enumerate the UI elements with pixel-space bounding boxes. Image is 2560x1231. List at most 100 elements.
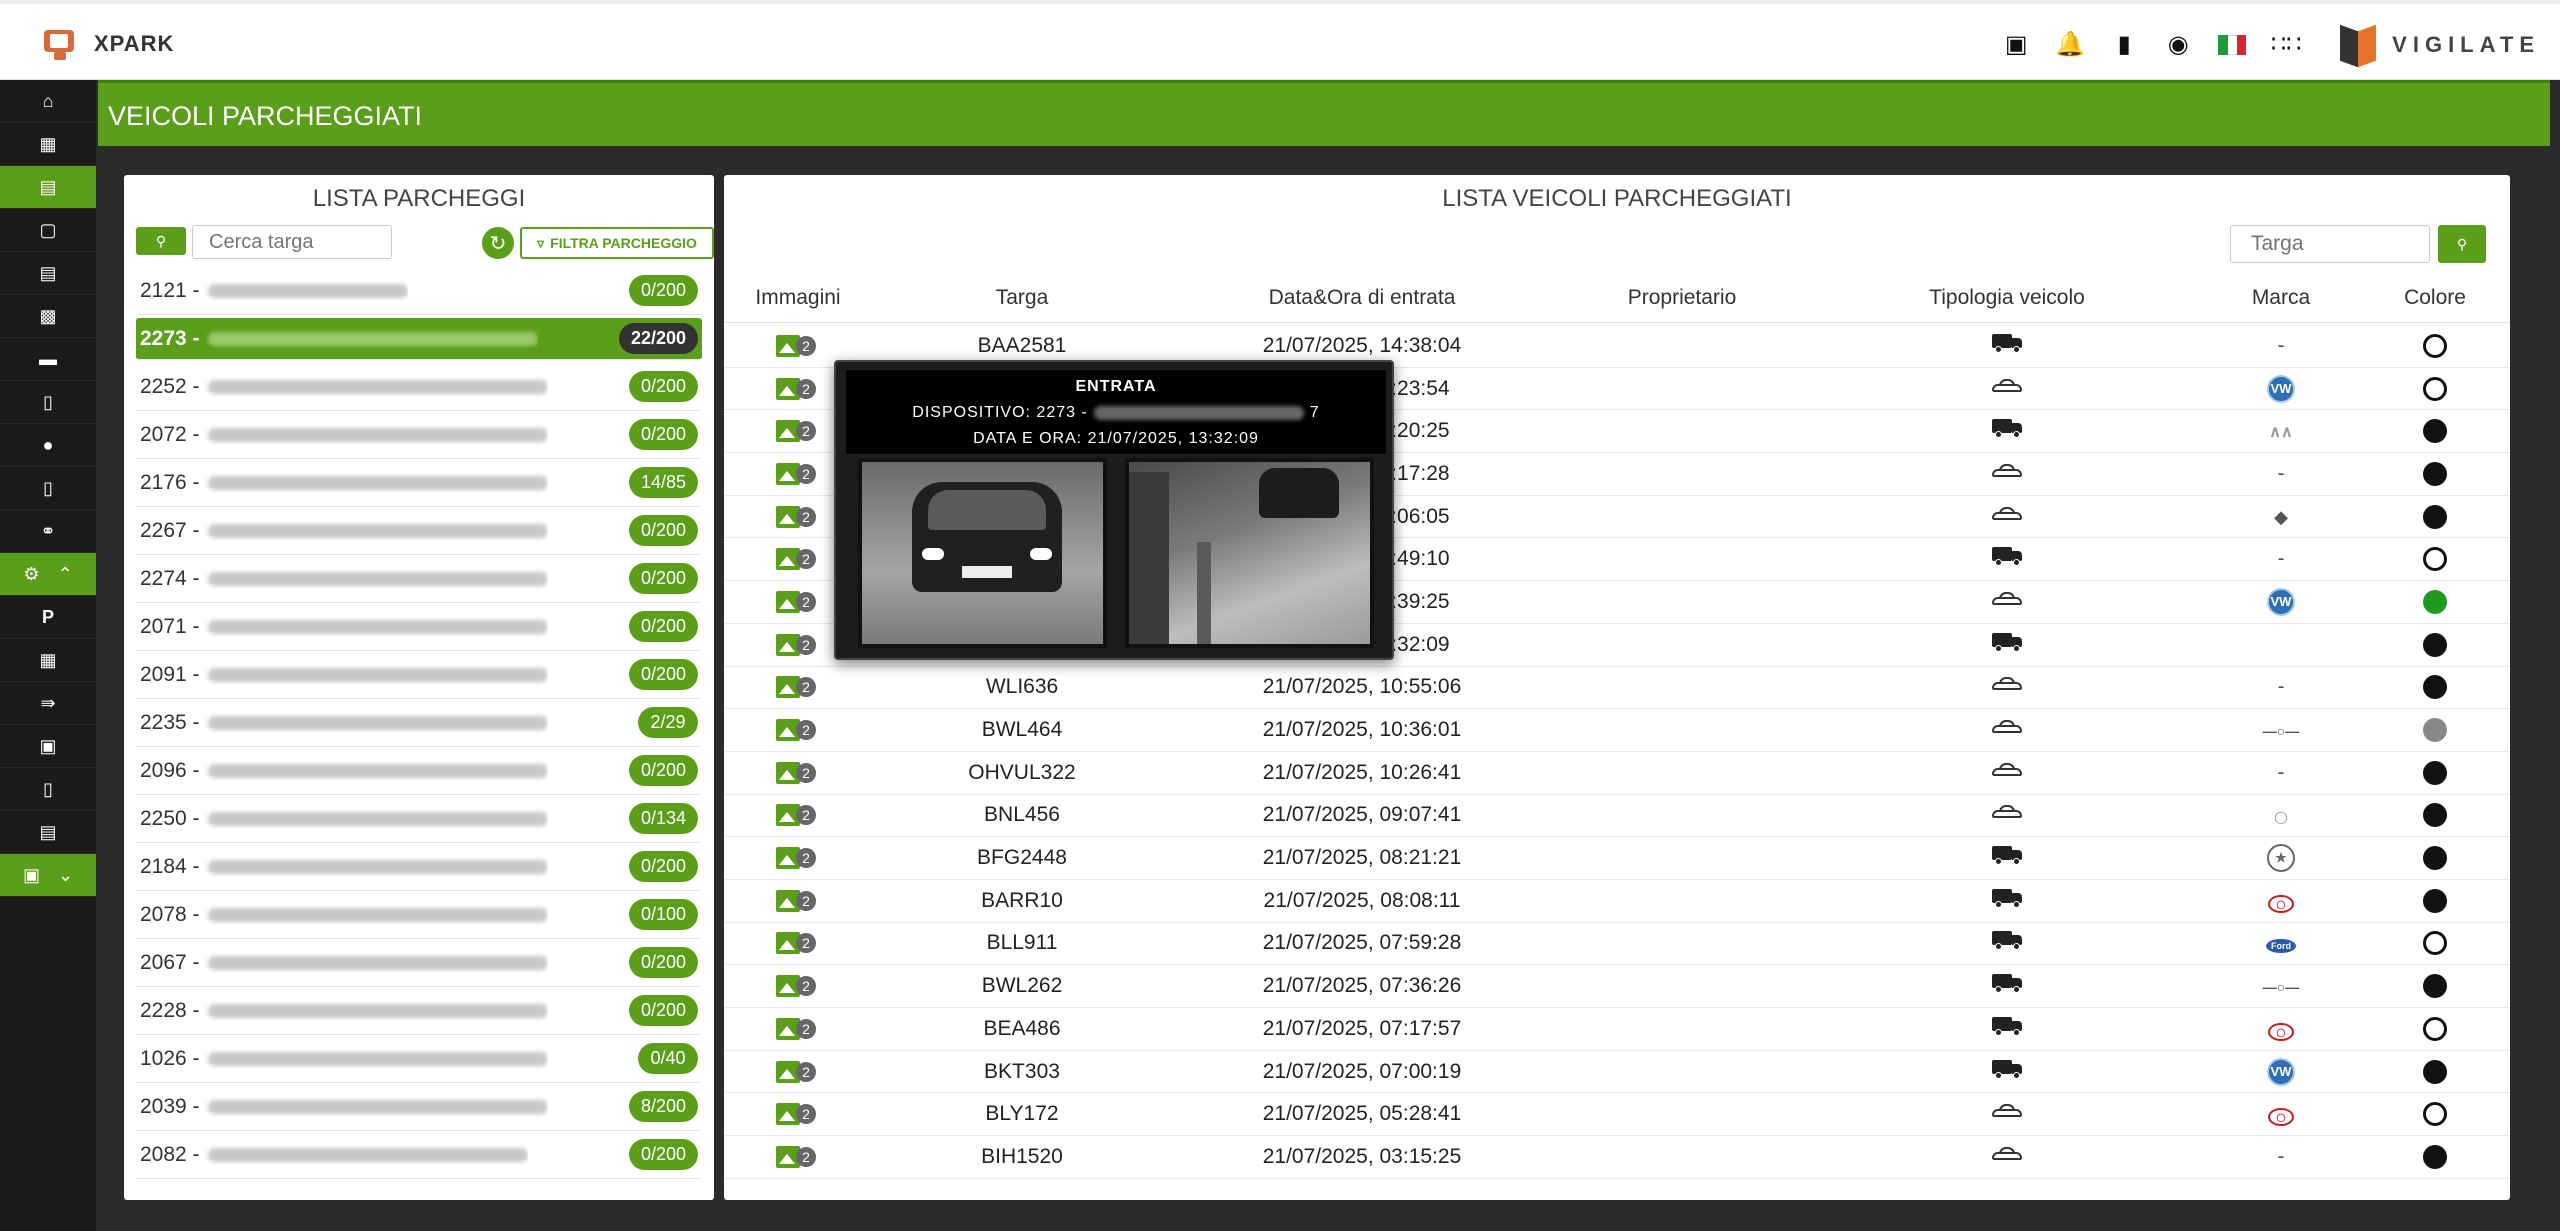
parking-item[interactable]: 2250 - 0/134 xyxy=(136,795,702,843)
italian-flag-icon[interactable] xyxy=(2218,35,2247,55)
sidebar-item-map[interactable]: ▦ xyxy=(0,123,96,166)
parking-item[interactable]: 2267 - 0/200 xyxy=(136,507,702,555)
vehicle-row[interactable]: 2 BKT303 21/07/2025, 07:00:19 VW xyxy=(724,1051,2510,1094)
parking-item[interactable]: 2184 - 0/200 xyxy=(136,843,702,891)
plate-search-input[interactable] xyxy=(192,225,392,259)
camera-image-front[interactable] xyxy=(858,458,1107,648)
redacted-address xyxy=(207,1051,548,1066)
sidebar-item-window[interactable]: ▢ xyxy=(0,209,96,252)
images-button[interactable]: 2 xyxy=(776,589,820,615)
parking-item[interactable]: 2067 - 0/200 xyxy=(136,939,702,987)
images-button[interactable]: 2 xyxy=(776,845,820,871)
image-count-badge: 2 xyxy=(796,634,816,655)
parking-item[interactable]: 2039 - 8/200 xyxy=(136,1083,702,1131)
vehicle-row[interactable]: 2 BWL262 21/07/2025, 07:36:26 —○— xyxy=(724,965,2510,1008)
parking-item[interactable]: 2071 - 0/200 xyxy=(136,603,702,651)
images-button[interactable]: 2 xyxy=(776,1016,820,1042)
bell-icon[interactable]: 🔔 xyxy=(2055,31,2085,59)
vehicle-type xyxy=(1812,632,2202,657)
vehicle-row[interactable]: 2 WLI636 21/07/2025, 10:55:06 - xyxy=(724,667,2510,710)
images-button[interactable]: 2 xyxy=(776,930,820,956)
sidebar-item-folder[interactable]: ▩ xyxy=(0,295,96,338)
sidebar-group-settings[interactable]: ⚙ ⌃ xyxy=(0,553,96,596)
user-circle-icon[interactable]: ◉ xyxy=(2164,31,2192,59)
images-button[interactable]: 2 xyxy=(776,632,820,658)
sidebar-item-home[interactable]: ⌂ xyxy=(0,80,96,123)
col-marca[interactable]: Marca xyxy=(2202,286,2360,310)
vehicle-row[interactable]: 2 BWL464 21/07/2025, 10:36:01 —○— xyxy=(724,709,2510,752)
sidebar-item-vehicles[interactable]: ▤ xyxy=(0,166,96,209)
images-button[interactable]: 2 xyxy=(776,546,820,572)
images-button[interactable]: 2 xyxy=(776,1144,820,1170)
sidebar-item-flow[interactable]: ⇛ xyxy=(0,682,96,725)
sidebar-group-tools[interactable]: ▣ ⌄ xyxy=(0,854,96,897)
images-button[interactable]: 2 xyxy=(776,418,820,444)
sidebar-item-document[interactable]: ▯ xyxy=(0,467,96,510)
vehicle-row[interactable]: 2 BFG2448 21/07/2025, 08:21:21 ★ xyxy=(724,837,2510,880)
images-button[interactable]: 2 xyxy=(776,333,820,359)
toolbox-icon[interactable]: ▣ xyxy=(2002,31,2030,59)
parking-item[interactable]: 2228 - 0/200 xyxy=(136,987,702,1035)
parking-item[interactable]: 2091 - 0/200 xyxy=(136,651,702,699)
parking-item-selected[interactable]: 2273 - 22/200 xyxy=(136,318,702,360)
vehicle-brand: - xyxy=(2202,462,2360,486)
images-button[interactable]: 2 xyxy=(776,1059,820,1085)
parking-search-button[interactable]: ⚲ xyxy=(136,227,186,255)
parking-item[interactable]: 2252 - 0/200 xyxy=(136,363,702,411)
parking-item[interactable]: 2235 - 2/29 xyxy=(136,699,702,747)
sidebar-item-ticket[interactable]: ▬ xyxy=(0,338,96,381)
camera-image-context[interactable] xyxy=(1125,458,1374,648)
sidebar-item-report[interactable]: ▯ xyxy=(0,381,96,424)
images-button[interactable]: 2 xyxy=(776,973,820,999)
images-button[interactable]: 2 xyxy=(776,504,820,530)
images-button[interactable]: 2 xyxy=(776,760,820,786)
col-proprietario[interactable]: Proprietario xyxy=(1552,286,1812,310)
targa-search-input[interactable] xyxy=(2230,225,2430,263)
parking-item[interactable]: 2082 - 0/200 xyxy=(136,1131,702,1179)
sidebar-item-id[interactable]: ▤ xyxy=(0,811,96,854)
vehicle-row[interactable]: 2 OHVUL322 21/07/2025, 10:26:41 - xyxy=(724,752,2510,795)
sidebar-item-mobile[interactable]: ▯ xyxy=(0,768,96,811)
parking-item[interactable]: 1026 - 0/40 xyxy=(136,1035,702,1083)
sidebar-item-list[interactable]: ▤ xyxy=(0,252,96,295)
images-button[interactable]: 2 xyxy=(776,717,820,743)
col-data-ora[interactable]: Data&Ora di entrata xyxy=(1172,286,1552,310)
apps-grid-icon[interactable]: ∷∷ xyxy=(2271,31,2302,59)
vehicle-row[interactable]: 2 BLY172 21/07/2025, 05:28:41 ◯ xyxy=(724,1093,2510,1137)
parking-occupancy-badge: 0/200 xyxy=(628,659,698,690)
images-button[interactable]: 2 xyxy=(776,376,820,402)
images-button[interactable]: 2 xyxy=(776,674,820,700)
sidebar-item-toggle[interactable]: ⚭ xyxy=(0,510,96,553)
col-colore[interactable]: Colore xyxy=(2360,286,2510,310)
targa-search-button[interactable]: ⚲ xyxy=(2438,225,2486,263)
parking-item[interactable]: 2096 - 0/200 xyxy=(136,747,702,795)
sidebar-item-copy[interactable]: ▣ xyxy=(0,725,96,768)
sidebar-item-parking[interactable]: P xyxy=(0,596,96,639)
images-button[interactable]: 2 xyxy=(776,461,820,487)
col-targa[interactable]: Targa xyxy=(872,286,1172,310)
images-button[interactable]: 2 xyxy=(776,1101,820,1127)
parking-item[interactable]: 2078 - 0/100 xyxy=(136,891,702,939)
filter-parking-button[interactable]: ▿ FILTRA PARCHEGGIO xyxy=(520,227,714,259)
vehicle-row[interactable]: 2 BIH1520 21/07/2025, 03:15:25 - xyxy=(724,1136,2510,1179)
vehicle-row[interactable]: 2 BEA486 21/07/2025, 07:17:57 ◯ xyxy=(724,1008,2510,1051)
vehicle-row[interactable]: 2 BARR10 21/07/2025, 08:08:11 ◯ xyxy=(724,880,2510,923)
parking-item[interactable]: 2072 - 0/200 xyxy=(136,411,702,459)
sidebar-item-gate[interactable]: ▦ xyxy=(0,639,96,682)
refresh-button[interactable]: ↻ xyxy=(482,227,514,259)
images-button[interactable]: 2 xyxy=(776,888,820,914)
image-count-badge: 2 xyxy=(796,890,816,911)
vehicle-row[interactable]: 2 BNL456 21/07/2025, 09:07:41 ◯ xyxy=(724,795,2510,838)
parking-item[interactable]: 2274 - 0/200 xyxy=(136,555,702,603)
images-button[interactable]: 2 xyxy=(776,802,820,828)
col-immagini[interactable]: Immagini xyxy=(724,286,872,310)
app-brand[interactable]: XPARK xyxy=(40,24,174,64)
sidebar-item-cars[interactable]: ● xyxy=(0,424,96,467)
clipboard-alert-icon[interactable]: ▮ xyxy=(2110,31,2138,59)
volkswagen-logo-icon: VW xyxy=(2267,587,2295,616)
vehicle-plate: BNL456 xyxy=(984,803,1060,827)
col-tipologia[interactable]: Tipologia veicolo xyxy=(1812,286,2202,310)
parking-item[interactable]: 2176 - 14/85 xyxy=(136,459,702,507)
parking-item[interactable]: 2121 - 0/200 xyxy=(136,267,702,315)
vehicle-row[interactable]: 2 BLL911 21/07/2025, 07:59:28 Ford xyxy=(724,923,2510,966)
